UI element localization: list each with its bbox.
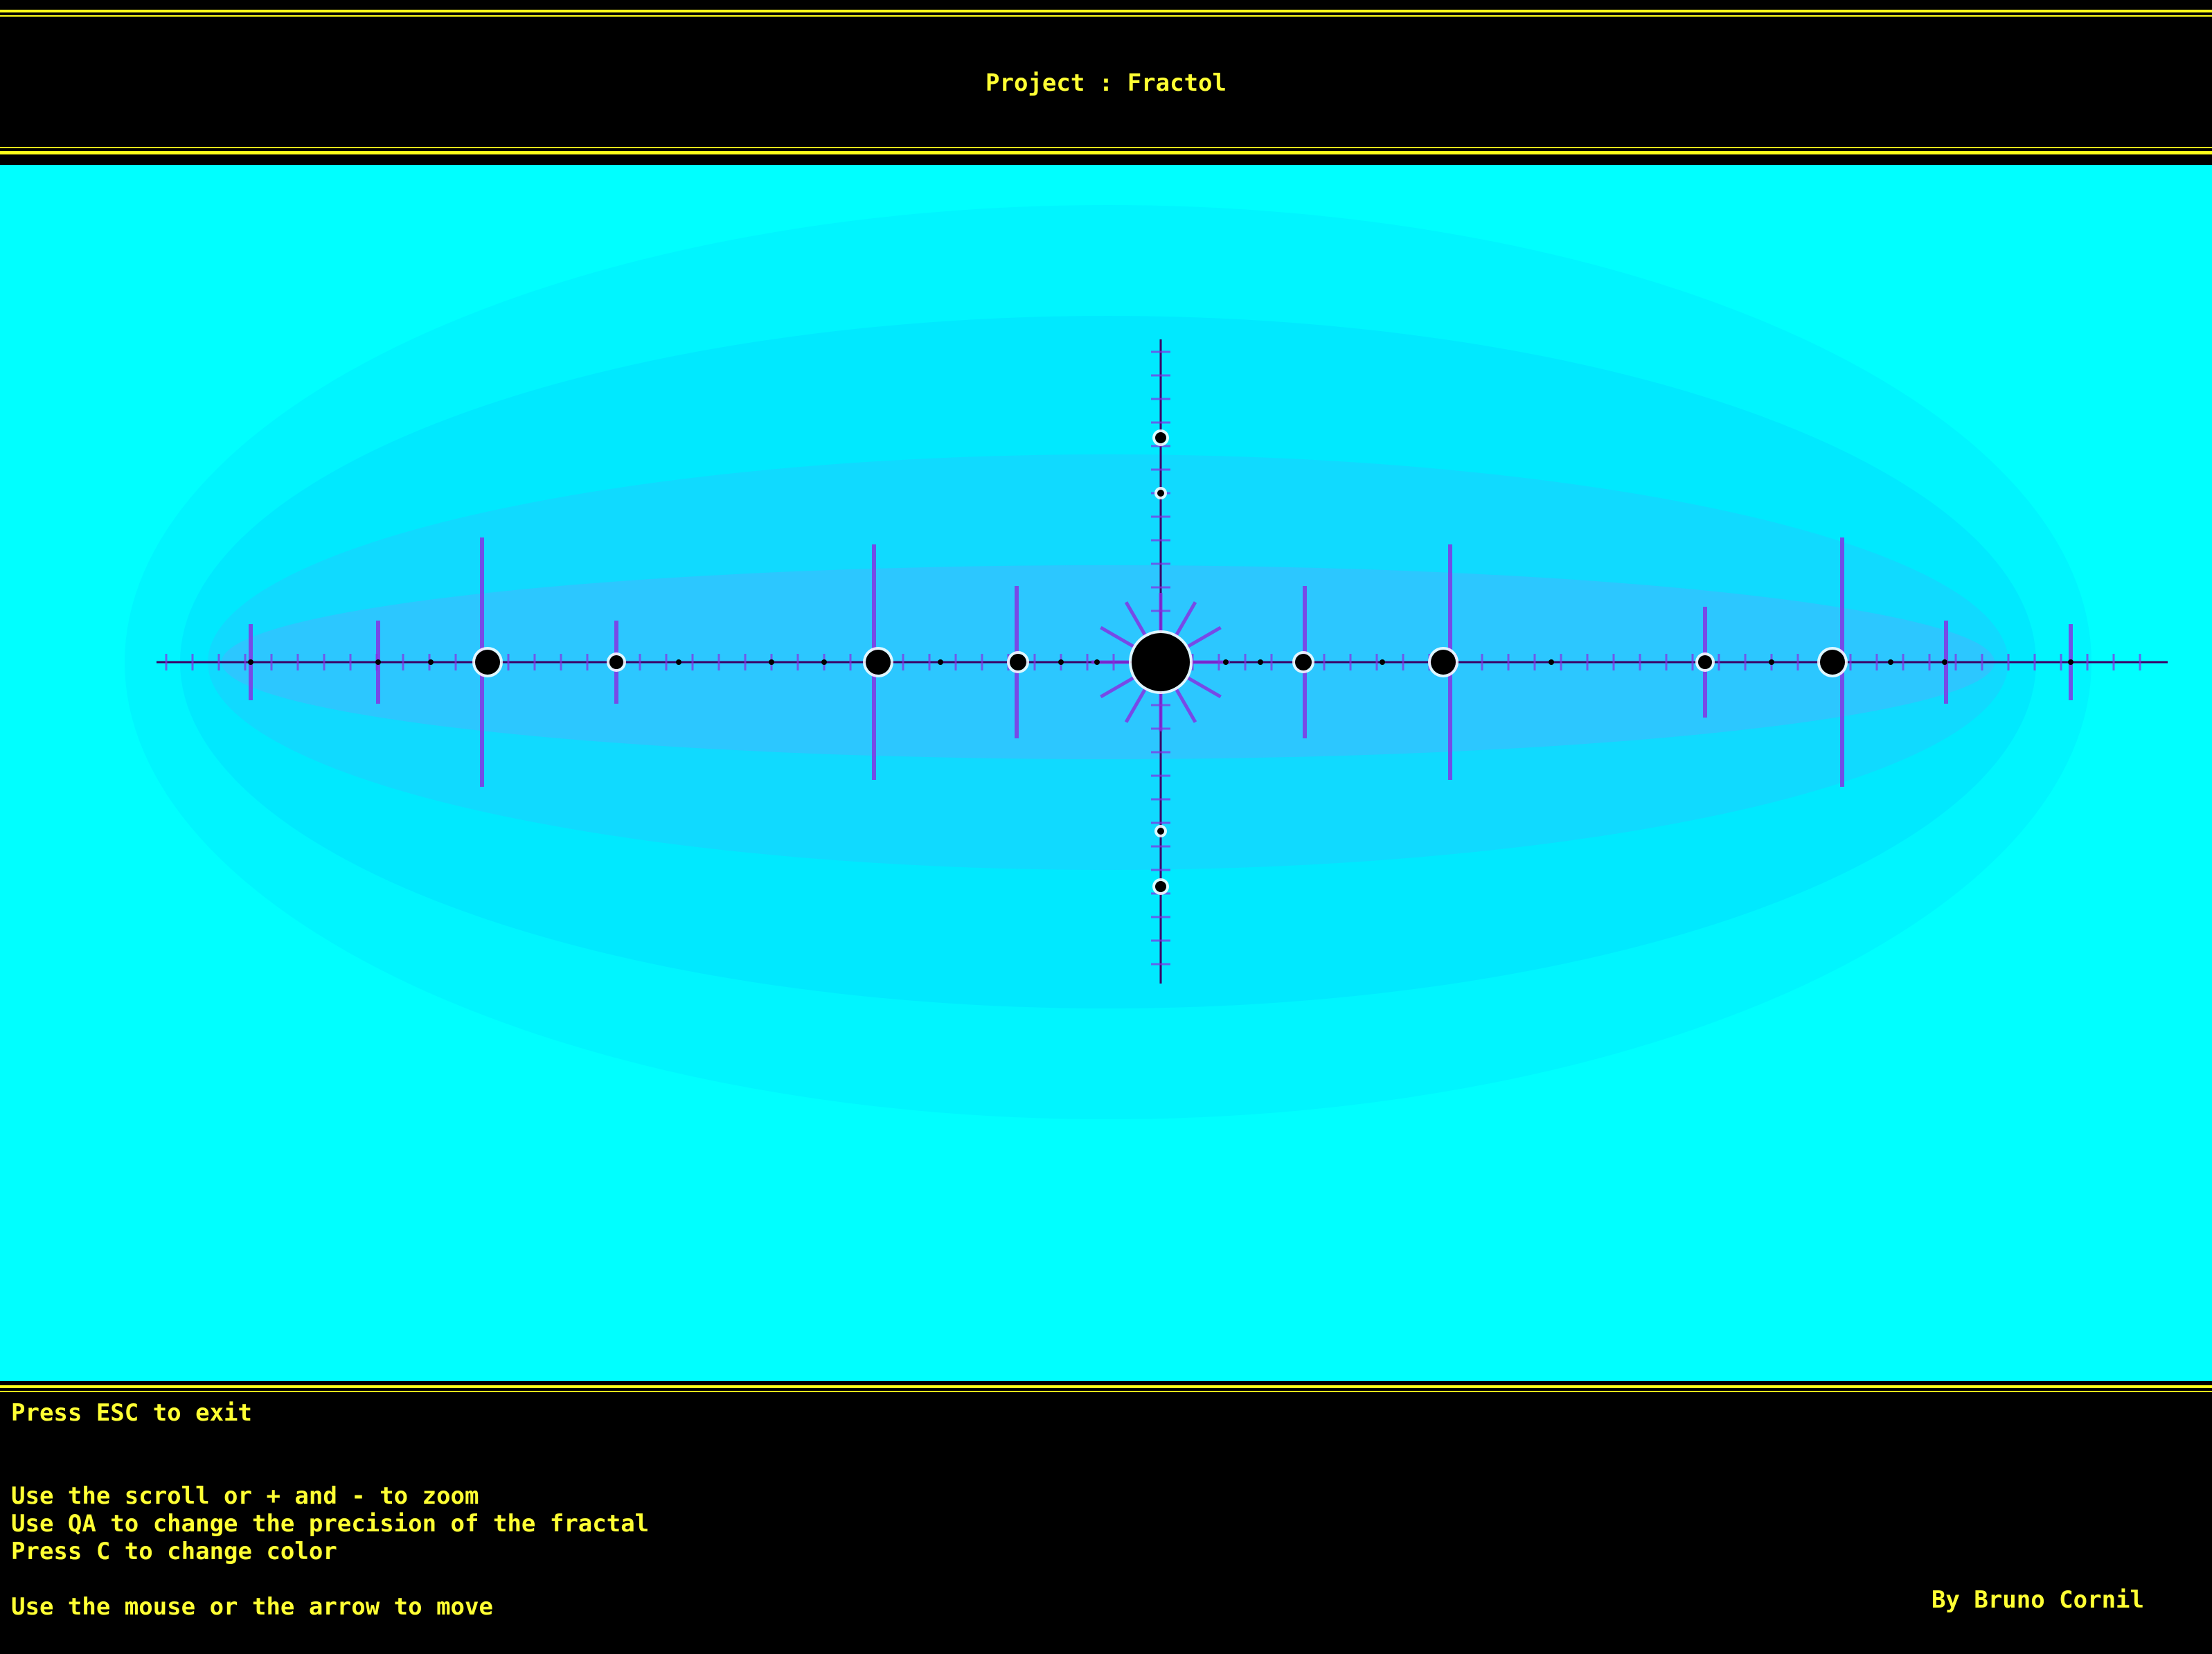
instruction-precision: Use QA to change the precision of the fr… [11, 1510, 650, 1538]
header-bottom-rule [0, 151, 2212, 154]
header-top-rule [0, 10, 2212, 12]
bulb [1155, 881, 1166, 892]
mini-bulb [2068, 659, 2073, 665]
bulb [1010, 654, 1026, 670]
bulb [1295, 654, 1312, 670]
bulb [1157, 828, 1164, 835]
bulb [1820, 650, 1845, 675]
bulb [609, 655, 623, 669]
author-credit: By Bruno Cornil [1931, 1586, 2144, 1614]
footer-top-rule [0, 1385, 2212, 1388]
bulb [475, 650, 500, 675]
bulb [1157, 490, 1164, 497]
header-bottom-rule-thin [0, 147, 2212, 148]
bulb [1698, 655, 1712, 669]
instruction-color: Press C to change color [11, 1538, 337, 1565]
fractal-canvas[interactable] [0, 165, 2212, 1381]
mini-bulb [676, 659, 681, 665]
footer-bar: Press ESC to exit Use the scroll or + an… [0, 1381, 2212, 1654]
mini-bulb [1549, 659, 1554, 665]
mini-bulb [1094, 659, 1100, 665]
mini-bulb [1942, 659, 1947, 665]
mini-bulb [821, 659, 827, 665]
header-bar: Project : Fractol [0, 0, 2212, 165]
mini-bulb [1258, 659, 1263, 665]
mini-bulb [1769, 659, 1774, 665]
mini-bulb [248, 659, 253, 665]
bulb [1431, 650, 1456, 675]
instruction-move: Use the mouse or the arrow to move [11, 1593, 493, 1621]
mini-bulb [1380, 659, 1385, 665]
mini-bulb [1888, 659, 1893, 665]
bulb [1155, 432, 1166, 443]
instruction-exit: Press ESC to exit [11, 1399, 252, 1427]
fractal-render[interactable] [0, 165, 2212, 1381]
mini-bulb [1058, 659, 1064, 665]
mini-bulb [938, 659, 943, 665]
window-title: Project : Fractol [985, 69, 1227, 97]
mini-bulb [375, 659, 381, 665]
bulb [866, 650, 891, 675]
instruction-zoom: Use the scroll or + and - to zoom [11, 1482, 479, 1510]
mini-bulb [769, 659, 774, 665]
bulb [1132, 633, 1190, 691]
mini-bulb [1223, 659, 1229, 665]
footer-top-rule-thin [0, 1391, 2212, 1392]
header-top-rule-thin [0, 15, 2212, 17]
mini-bulb [428, 659, 434, 665]
